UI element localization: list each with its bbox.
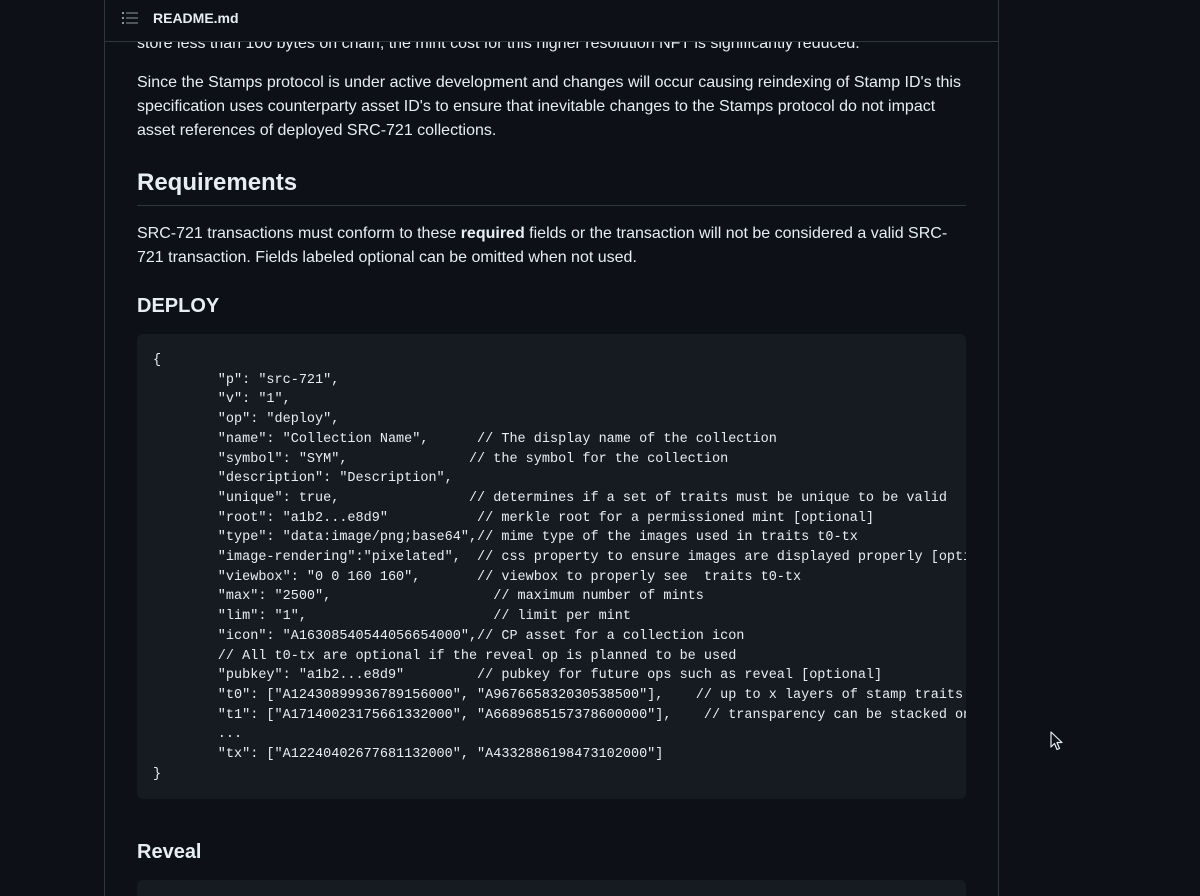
code-line: "max": "2500", // maximum number of mint… (153, 589, 704, 605)
code-line: "unique": true, // determines if a set o… (153, 490, 947, 506)
deploy-code: { "p": "src-721", "v": "1", "op": "deplo… (153, 351, 966, 784)
code-line: "t0": ["A12430899936789156000", "A967665… (153, 687, 964, 703)
code-line: "icon": "A16308540544056654000",// CP as… (153, 628, 745, 644)
code-line: "tx": ["A12240402677681132000", "A433288… (153, 747, 664, 763)
req-text-bold: required (460, 225, 525, 242)
mouse-cursor-icon (1050, 731, 1063, 751)
code-line: ... (153, 727, 243, 743)
readme-panel: README.md store less than 100 bytes on c… (104, 0, 999, 896)
file-name: README.md (153, 10, 239, 26)
code-line: "name": "Collection Name", // The displa… (153, 431, 777, 447)
paragraph-requirements: SRC-721 transactions must conform to the… (137, 222, 966, 270)
code-line: } (153, 766, 162, 782)
paragraph-stamps-protocol: Since the Stamps protocol is under activ… (137, 74, 961, 139)
heading-requirements: Requirements (137, 167, 966, 206)
code-line: "viewbox": "0 0 160 160", // viewbox to … (153, 569, 802, 585)
code-line: // All t0-tx are optional if the reveal … (153, 648, 737, 664)
deploy-code-block[interactable]: { "p": "src-721", "v": "1", "op": "deplo… (137, 334, 966, 799)
code-line: "type": "data:image/png;base64",// mime … (153, 530, 858, 546)
list-icon[interactable] (122, 11, 138, 25)
code-line: { (153, 353, 162, 368)
code-line: "pubkey": "a1b2...e8d9" // pubkey for fu… (153, 668, 883, 684)
code-line: "symbol": "SYM", // the symbol for the c… (153, 451, 729, 467)
code-line: "image-rendering":"pixelated", // css pr… (153, 550, 966, 566)
code-line: "description": "Description", (153, 471, 453, 487)
code-line: "op": "deploy", (153, 412, 340, 428)
code-line: "lim": "1", // limit per mint (153, 609, 631, 625)
code-line: "p": "src-721", (153, 372, 340, 388)
heading-deploy: DEPLOY (137, 295, 220, 317)
code-line: "v": "1", (153, 392, 291, 408)
req-text-before: SRC-721 transactions must conform to the… (137, 225, 461, 242)
file-header: README.md (105, 0, 998, 42)
code-line: "root": "a1b2...e8d9" // merkle root for… (153, 510, 875, 526)
code-line: "t1": ["A17140023175661332000", "A668968… (153, 707, 966, 723)
heading-reveal: Reveal (137, 841, 202, 863)
reveal-code-block[interactable] (137, 880, 966, 896)
